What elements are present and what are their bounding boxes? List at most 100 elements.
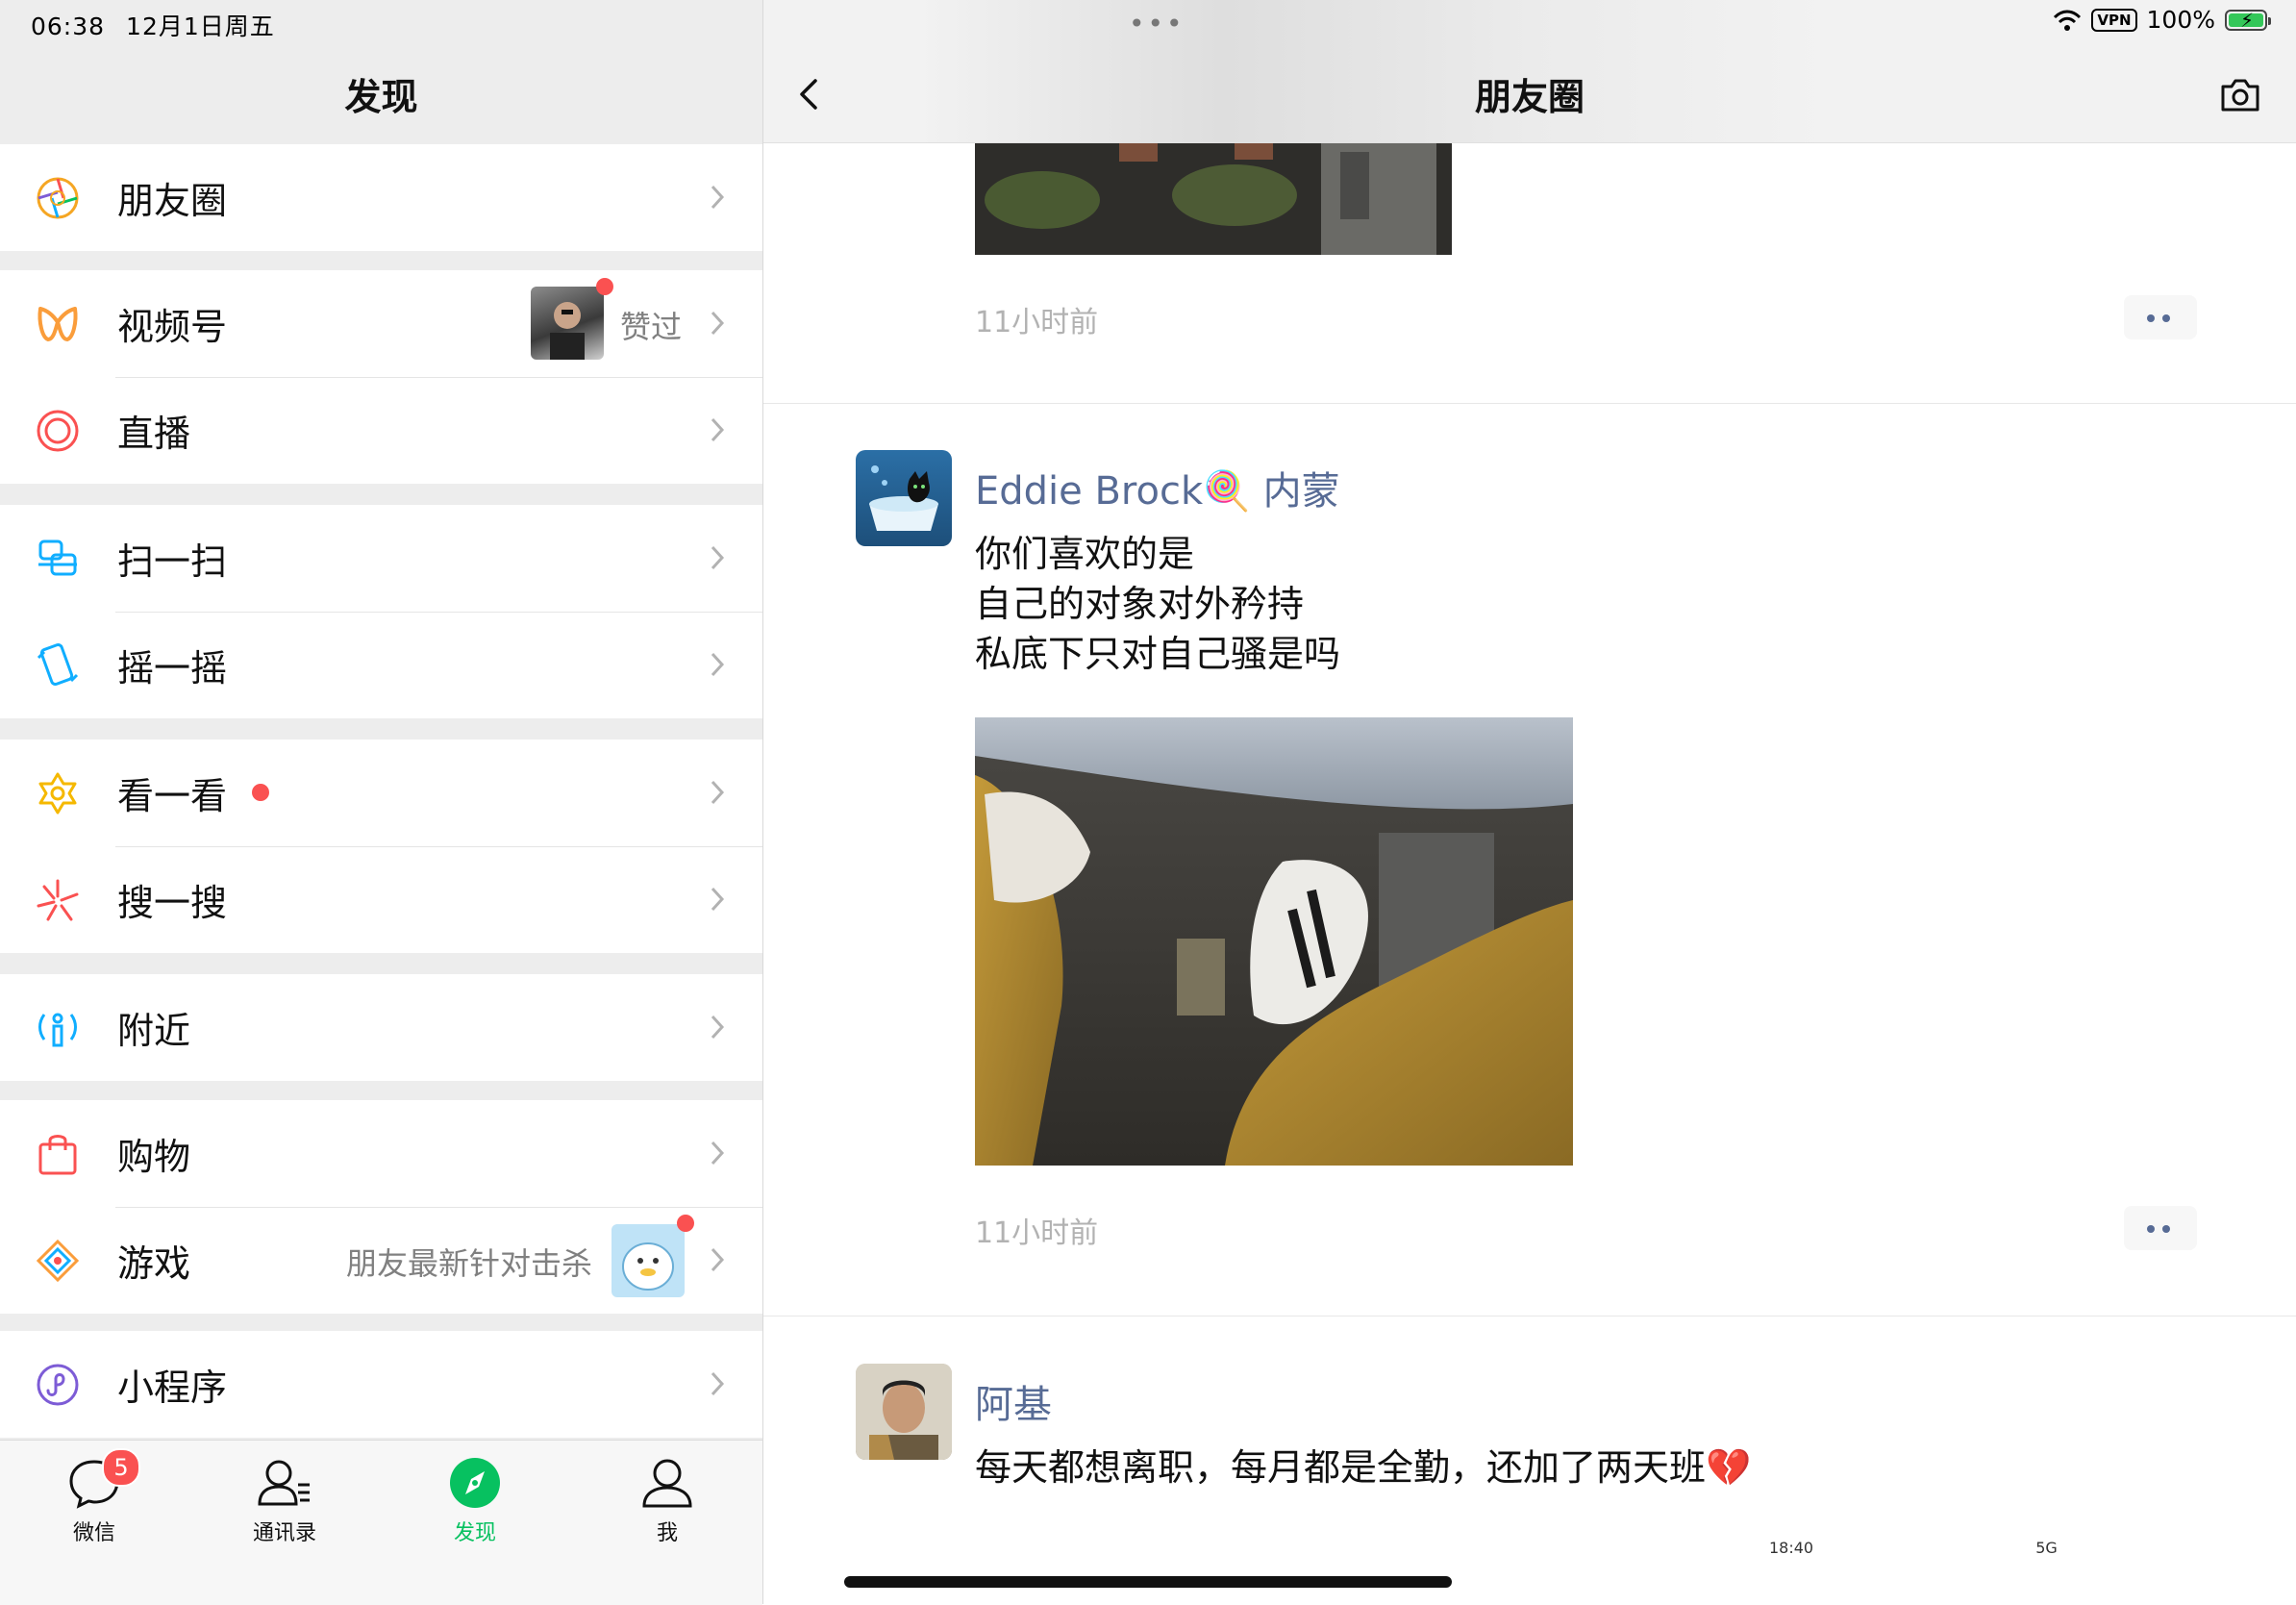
chevron-right-icon xyxy=(711,311,725,336)
menu-item-channels[interactable]: 视频号 赞过 xyxy=(0,270,762,377)
post-content: 每天都想离职，每月都是全勤，还加了两天班💔 xyxy=(975,1446,1752,1489)
top-stories-icon xyxy=(38,772,77,815)
moments-aperture-icon xyxy=(37,177,79,219)
menu-group-shopping: 购物 游戏 朋友最新针对击杀 xyxy=(0,1100,762,1314)
discover-pane: 发现 朋友圈 视频号 赞过 直播 扫一扫 摇一摇 看一看 搜一搜 附近 购物 游… xyxy=(0,0,763,1605)
avatar[interactable] xyxy=(856,1364,952,1460)
menu-item-shopping[interactable]: 购物 xyxy=(0,1100,762,1207)
tab-label-chats: 微信 xyxy=(72,1521,115,1545)
menu-group-moments: 朋友圈 xyxy=(0,144,762,251)
post-image-preview[interactable]: 18:40 5G xyxy=(1769,1539,2058,1557)
chevron-right-icon xyxy=(711,1015,725,1040)
post-timestamp: 11小时前 xyxy=(975,306,1099,339)
menu-group-mini-programs: 小程序 xyxy=(0,1331,762,1438)
menu-label-nearby: 附近 xyxy=(117,1010,191,1052)
menu-group-top-stories: 看一看 搜一搜 xyxy=(0,740,762,953)
menu-item-nearby[interactable]: 附近 xyxy=(0,974,762,1081)
chevron-right-icon xyxy=(711,1371,725,1396)
contacts-icon xyxy=(258,1460,310,1506)
post-photo[interactable] xyxy=(975,142,1452,255)
post-content-line: 私底下只对自己骚是吗 xyxy=(975,633,1341,675)
tab-chats[interactable]: 微信 5 xyxy=(37,1448,152,1546)
games-icon xyxy=(36,1239,80,1283)
post-author[interactable]: Eddie Brock🍭 内蒙 xyxy=(975,460,1340,515)
bottom-tab-bar: 微信 5 通讯录 发现 我 xyxy=(0,1440,762,1605)
channels-butterfly-icon xyxy=(37,307,78,341)
chevron-right-icon xyxy=(711,1141,725,1166)
wifi-icon xyxy=(2054,10,2082,31)
menu-group-scan: 扫一扫 摇一摇 xyxy=(0,505,762,718)
menu-label-top-stories: 看一看 xyxy=(117,775,228,817)
status-bar-right: VPN 100% ⚡ xyxy=(2053,6,2271,34)
chevron-right-icon xyxy=(711,1247,725,1272)
multitasking-dots-icon[interactable]: ••• xyxy=(1129,8,1185,39)
post-timestamp: 11小时前 xyxy=(975,1216,1099,1250)
nearby-icon xyxy=(38,1013,77,1047)
scan-icon xyxy=(38,539,77,576)
post-divider xyxy=(763,1316,2296,1317)
menu-label-live: 直播 xyxy=(117,413,191,455)
post-more-button[interactable] xyxy=(2124,1206,2197,1250)
shake-icon xyxy=(37,643,79,686)
tab-me[interactable]: 我 xyxy=(610,1456,725,1546)
moments-pane: 11小时前 Eddie Brock🍭 内蒙 你们喜欢的是 自己的对象对外矜持 私… xyxy=(763,0,2296,1604)
search-star-icon xyxy=(37,879,79,921)
menu-item-scan[interactable]: 扫一扫 xyxy=(0,505,762,612)
menu-group-channels: 视频号 赞过 直播 xyxy=(0,270,762,484)
camera-icon[interactable] xyxy=(2219,77,2261,113)
chevron-right-icon xyxy=(711,545,725,570)
menu-label-search: 搜一搜 xyxy=(117,882,228,924)
tab-label-discover: 发现 xyxy=(453,1521,496,1545)
menu-item-shake[interactable]: 摇一摇 xyxy=(0,612,762,718)
person-icon xyxy=(642,1459,692,1508)
post-more-button[interactable] xyxy=(2124,295,2197,339)
avatar[interactable] xyxy=(856,450,952,546)
tab-label-me: 我 xyxy=(656,1521,678,1545)
status-date: 12月1日周五 xyxy=(126,13,275,40)
post-photo[interactable] xyxy=(975,717,1573,1166)
games-friend-activity-text: 朋友最新针对击杀 xyxy=(346,1245,593,1282)
home-indicator[interactable] xyxy=(844,1576,1452,1588)
channels-liked-thumbnail xyxy=(531,287,604,360)
menu-label-shopping: 购物 xyxy=(117,1136,191,1178)
chevron-right-icon xyxy=(711,780,725,805)
menu-label-channels: 视频号 xyxy=(117,306,228,348)
vpn-badge: VPN xyxy=(2091,8,2137,32)
live-icon xyxy=(37,410,79,452)
menu-label-games: 游戏 xyxy=(117,1242,191,1285)
channels-new-dot xyxy=(596,278,613,295)
battery-icon: ⚡ xyxy=(2225,9,2271,32)
preview-signal: 5G xyxy=(2035,1539,2058,1557)
status-time: 06:38 xyxy=(31,13,106,40)
preview-time: 18:40 xyxy=(1769,1539,1814,1557)
battery-percent: 100% xyxy=(2146,6,2215,34)
menu-item-live[interactable]: 直播 xyxy=(0,377,762,484)
menu-item-games[interactable]: 游戏 朋友最新针对击杀 xyxy=(0,1207,762,1314)
tab-discover[interactable]: 发现 xyxy=(417,1456,533,1546)
tab-label-contacts: 通讯录 xyxy=(252,1521,316,1545)
tab-contacts[interactable]: 通讯录 xyxy=(227,1456,342,1546)
post-divider xyxy=(763,403,2296,404)
discover-title: 发现 xyxy=(344,76,418,118)
menu-label-mini-programs: 小程序 xyxy=(117,1367,228,1409)
chevron-right-icon xyxy=(711,185,725,210)
games-new-dot xyxy=(677,1215,694,1232)
menu-item-search[interactable]: 搜一搜 xyxy=(0,846,762,953)
channels-liked-text: 赞过 xyxy=(620,309,683,345)
menu-item-mini-programs[interactable]: 小程序 xyxy=(0,1331,762,1438)
shopping-bag-icon xyxy=(38,1135,77,1175)
menu-label-scan: 扫一扫 xyxy=(117,540,228,583)
status-bar-left: 06:38 12月1日周五 xyxy=(31,8,296,42)
menu-item-top-stories[interactable]: 看一看 xyxy=(0,740,762,846)
post-content-line: 你们喜欢的是 xyxy=(975,533,1195,575)
unread-badge: 5 xyxy=(102,1448,140,1487)
menu-item-moments[interactable]: 朋友圈 xyxy=(0,144,762,251)
top-stories-new-dot xyxy=(252,784,269,801)
menu-group-nearby: 附近 xyxy=(0,974,762,1081)
menu-label-shake: 摇一摇 xyxy=(117,647,228,690)
menu-label-moments: 朋友圈 xyxy=(117,180,228,222)
post-author[interactable]: 阿基 xyxy=(975,1373,1052,1429)
post-content-line: 自己的对象对外矜持 xyxy=(975,583,1305,625)
mini-programs-icon xyxy=(37,1364,79,1406)
chevron-right-icon xyxy=(711,652,725,677)
